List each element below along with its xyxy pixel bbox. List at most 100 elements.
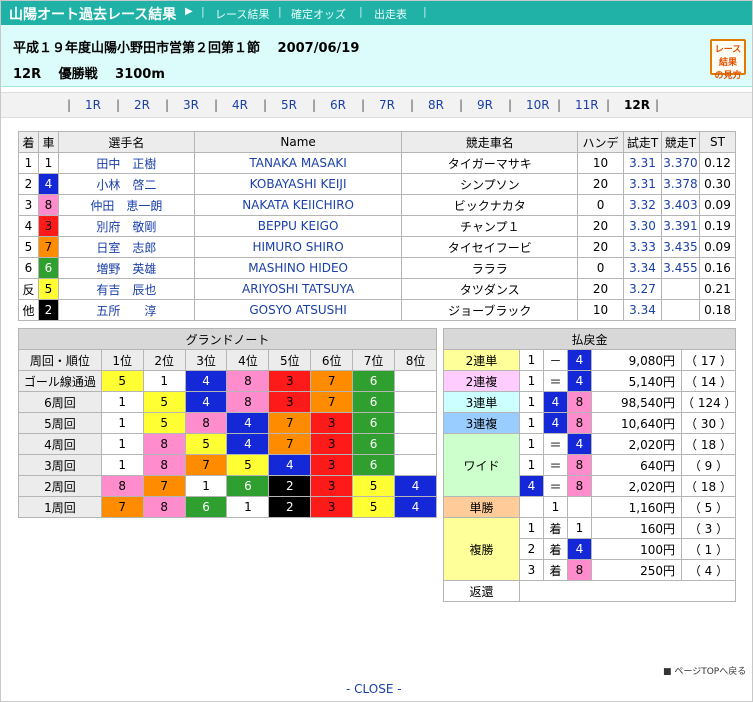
position-cell: 7: [268, 433, 312, 455]
race-link-7r[interactable]: 7R: [379, 98, 395, 112]
result-trial-cell: 3.34: [623, 299, 662, 321]
result-header-cell: ST: [698, 131, 737, 153]
payout-amount: 1,160円: [591, 496, 682, 518]
result-car-cell: 1: [37, 152, 59, 174]
race-link-6r[interactable]: 6R: [330, 98, 346, 112]
grandnote-title: グランドノート: [18, 328, 437, 350]
position-cell: 7: [142, 475, 186, 497]
position-cell: [394, 412, 437, 434]
race-link-2r[interactable]: 2R: [134, 98, 150, 112]
result-race-cell: 3.391: [660, 215, 700, 237]
nav-separator: |: [423, 5, 427, 18]
lap-label: 4周回: [18, 433, 102, 455]
result-handi-cell: 20: [577, 236, 624, 258]
race-link-12r[interactable]: 12R: [624, 98, 650, 112]
position-cell: 6: [352, 412, 396, 434]
race-link-10r[interactable]: 10R: [526, 98, 550, 112]
race-nav-separator: |: [67, 98, 72, 112]
table-row: 1周回 7 8 6 1 2 3 5 4: [18, 496, 437, 518]
result-en-cell: NAKATA KEIICHIRO: [193, 194, 403, 216]
nav-entry-list[interactable]: 出走表: [374, 6, 407, 22]
combo-cell: 3: [519, 559, 544, 581]
table-row: ワイド 1 ＝ 4 2,020円（ 18 ）: [443, 433, 736, 497]
result-guide-button[interactable]: レース結果 の見方: [710, 39, 746, 81]
result-handi-cell: 20: [577, 215, 624, 237]
nav-race-result[interactable]: レース結果: [215, 6, 269, 22]
grandnote-table: グランドノート 周回・順位 1位 2位 3位 4位 5位 6位 7位 8位 ゴール線通過 5 1 4 8 3 7…: [18, 328, 437, 518]
nav-separator: |: [278, 5, 282, 18]
popularity-cell: （ 1 ）: [681, 538, 736, 560]
race-link-9r[interactable]: 9R: [477, 98, 493, 112]
combo-cell: 4: [567, 538, 592, 560]
position-cell: [394, 454, 437, 476]
position-cell: 1: [142, 370, 186, 392]
page-top-link[interactable]: ■ ページTOPへ戻る: [663, 664, 746, 677]
position-cell: [394, 433, 437, 455]
race-info: 12R 優勝戦 3100m: [13, 67, 165, 82]
result-rank-cell: 4: [18, 215, 39, 237]
result-jp-cell: 五所 淳: [57, 299, 195, 321]
combo-cell: 着: [543, 517, 568, 539]
bet-type-cell: 3連複: [443, 412, 520, 434]
popularity-cell: （ 9 ）: [681, 454, 736, 476]
table-row: 3 8 仲田 恵一朗 NAKATA KEIICHIRO ビックナカタ 0 3.32 3.403…: [18, 194, 737, 216]
combo-cell: 1: [519, 349, 544, 371]
position-cell: 7: [100, 496, 144, 518]
race-link-3r[interactable]: 3R: [183, 98, 199, 112]
payout-amount: 160円: [591, 517, 682, 539]
payout-amount: 640円: [591, 454, 682, 476]
table-row: 4 3 別府 敬剛 BEPPU KEIGO チャンプ１ 20 3.30 3.391 0.19: [18, 215, 737, 237]
nav-final-odds[interactable]: 確定オッズ: [291, 6, 346, 22]
combo-cell: ＝: [543, 370, 568, 392]
race-link-4r[interactable]: 4R: [232, 98, 248, 112]
bet-type-cell: 返還: [443, 580, 520, 602]
position-cell: 5: [352, 475, 396, 497]
result-handi-cell: 20: [577, 278, 624, 300]
result-bike-cell: シンプソン: [401, 173, 579, 195]
race-link-8r[interactable]: 8R: [428, 98, 444, 112]
result-bike-cell: タイセイフービ: [401, 236, 579, 258]
race-nav-separator: |: [312, 98, 317, 112]
payout-amount: 2,020円: [591, 433, 682, 455]
position-cell: 8: [226, 391, 270, 413]
position-cell: 1: [100, 391, 144, 413]
result-jp-cell: 田中 正樹: [57, 152, 195, 174]
lap-label: 5周回: [18, 412, 102, 434]
position-cell: 5: [352, 496, 396, 518]
combo-cell: 着: [543, 559, 568, 581]
position-cell: 6: [352, 433, 396, 455]
position-cell: 4: [226, 412, 270, 434]
combo-cell: ＝: [543, 454, 568, 476]
position-cell: 4: [394, 475, 437, 497]
table-row: 単勝 1 1,160円（ 5 ）: [443, 496, 736, 518]
position-cell: 2: [268, 475, 312, 497]
race-link-1r[interactable]: 1R: [85, 98, 101, 112]
result-en-cell: BEPPU KEIGO: [193, 215, 403, 237]
bet-type-cell: 2連単: [443, 349, 520, 371]
result-st-cell: 0.30: [698, 173, 737, 195]
result-header-cell: 選手名: [57, 131, 195, 153]
result-race-cell: 3.378: [660, 173, 700, 195]
lap-label: 1周回: [18, 496, 102, 518]
position-cell: 4: [226, 433, 270, 455]
payout-table: 払戻金 2連単 1 － 4 9,080円（ 17 ） 2連複 1 ＝ 4 5,140円（ 14 ） 3…: [443, 328, 737, 602]
result-st-cell: 0.12: [698, 152, 737, 174]
table-row: 3連単 1 4 8 98,540円（ 124 ）: [443, 391, 737, 413]
result-bike-cell: チャンプ１: [401, 215, 579, 237]
combo-cell: 1: [519, 370, 544, 392]
result-rank-cell: 1: [18, 152, 39, 174]
race-link-11r[interactable]: 11R: [575, 98, 599, 112]
position-cell: 1: [100, 433, 144, 455]
position-cell: 6: [352, 391, 396, 413]
result-race-cell: [660, 278, 700, 300]
result-jp-cell: 増野 英雄: [57, 257, 195, 279]
result-rank-cell: 6: [18, 257, 39, 279]
race-link-5r[interactable]: 5R: [281, 98, 297, 112]
combo-cell: ＝: [543, 433, 568, 455]
payout-title: 払戻金: [443, 328, 736, 350]
combo-cell: 4: [567, 370, 592, 392]
payout-amount: 2,020円: [591, 475, 682, 497]
result-trial-cell: 3.30: [623, 215, 662, 237]
combo-cell: [567, 496, 592, 518]
close-link[interactable]: - CLOSE -: [346, 682, 402, 696]
